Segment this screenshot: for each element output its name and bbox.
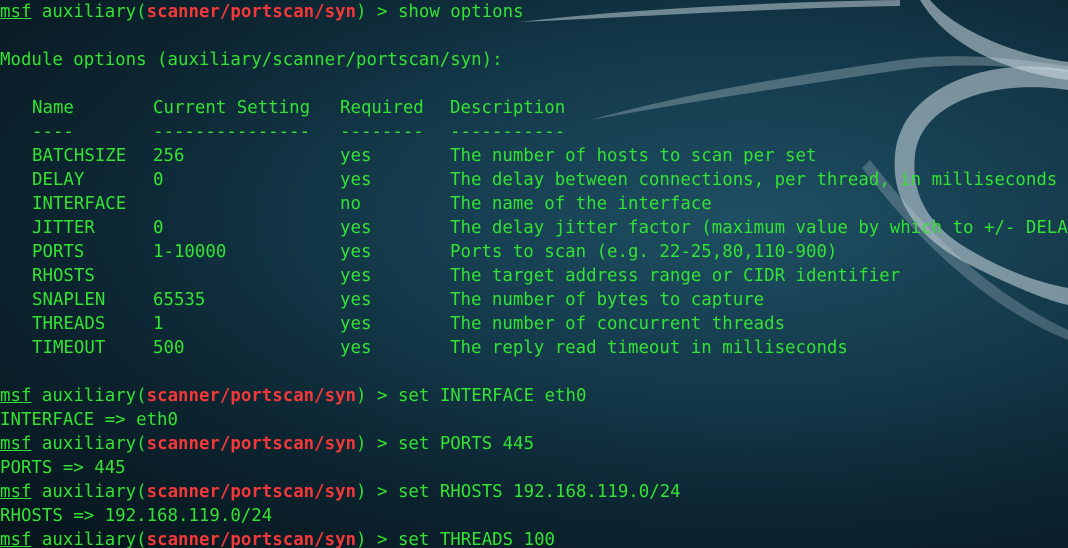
module-path: scanner/portscan/syn — [146, 482, 357, 502]
option-description: The target address range or CIDR identif… — [450, 266, 901, 286]
table-row: INTERFACE no The name of the interface — [0, 192, 1068, 216]
table-row: BATCHSIZE 256 yes The number of hosts to… — [0, 144, 1068, 168]
option-current-setting: 65535 — [153, 290, 206, 310]
option-description: The delay between connections, per threa… — [450, 170, 1058, 190]
command-text: set THREADS 100 — [397, 530, 556, 548]
option-description: The delay jitter factor (maximum value b… — [450, 218, 1068, 238]
option-required: yes — [340, 338, 372, 358]
option-name: BATCHSIZE — [32, 146, 127, 166]
prompt-suffix: > — [376, 434, 388, 454]
separator-description: ----------- — [450, 122, 566, 142]
option-current-setting: 256 — [153, 146, 185, 166]
output-line-rhosts: RHOSTS => 192.168.119.0/24 — [0, 506, 273, 526]
option-required: yes — [340, 314, 372, 334]
header-name: Name — [32, 98, 74, 118]
module-path: scanner/portscan/syn — [146, 2, 357, 22]
option-description: The number of bytes to capture — [450, 290, 765, 310]
prompt-line-set-threads[interactable]: msf auxiliary(scanner/portscan/syn) > se… — [0, 528, 555, 548]
table-row: SNAPLEN 65535 yes The number of bytes to… — [0, 288, 1068, 312]
table-row: JITTER 0 yes The delay jitter factor (ma… — [0, 216, 1068, 240]
option-description: The name of the interface — [450, 194, 712, 214]
separator-name: ---- — [32, 122, 74, 142]
prompt-suffix: > — [376, 482, 388, 502]
prompt-line-show-options: msf auxiliary(scanner/portscan/syn) > sh… — [0, 2, 524, 22]
option-required: yes — [340, 218, 372, 238]
output-line-ports: PORTS => 445 — [0, 458, 126, 478]
option-current-setting: 0 — [153, 218, 164, 238]
prompt-type: auxiliary — [41, 434, 137, 454]
prompt-suffix: > — [376, 2, 388, 22]
module-options-heading: Module options (auxiliary/scanner/portsc… — [0, 50, 503, 70]
prompt-type: auxiliary — [41, 2, 137, 22]
option-current-setting: 500 — [153, 338, 185, 358]
prompt-suffix: > — [376, 386, 388, 406]
table-row: RHOSTS yes The target address range or C… — [0, 264, 1068, 288]
module-path: scanner/portscan/syn — [146, 434, 357, 454]
separator-current-setting: --------------- — [153, 122, 311, 142]
module-path: scanner/portscan/syn — [146, 530, 357, 548]
option-name: PORTS — [32, 242, 85, 262]
option-current-setting: 0 — [153, 170, 164, 190]
option-required: yes — [340, 242, 372, 262]
prompt-type: auxiliary — [41, 530, 137, 548]
table-row: DELAY 0 yes The delay between connection… — [0, 168, 1068, 192]
option-name: RHOSTS — [32, 266, 95, 286]
msf-prompt: msf — [0, 530, 32, 548]
table-row: THREADS 1 yes The number of concurrent t… — [0, 312, 1068, 336]
table-row: PORTS 1-10000 yes Ports to scan (e.g. 22… — [0, 240, 1068, 264]
prompt-line-set-rhosts: msf auxiliary(scanner/portscan/syn) > se… — [0, 482, 681, 502]
options-table-header: Name Current Setting Required Descriptio… — [0, 96, 1068, 120]
option-required: yes — [340, 170, 372, 190]
option-name: TIMEOUT — [32, 338, 106, 358]
option-current-setting: 1 — [153, 314, 164, 334]
option-required: yes — [340, 266, 372, 286]
option-name: DELAY — [32, 170, 85, 190]
option-current-setting: 1-10000 — [153, 242, 227, 262]
option-required: no — [340, 194, 361, 214]
option-description: The number of concurrent threads — [450, 314, 786, 334]
option-required: yes — [340, 290, 372, 310]
command-text: set INTERFACE eth0 — [397, 386, 587, 406]
msf-prompt: msf — [0, 482, 32, 502]
output-line-interface: INTERFACE => eth0 — [0, 410, 178, 430]
terminal-window[interactable]: msf auxiliary(scanner/portscan/syn) > sh… — [0, 0, 1068, 548]
option-name: SNAPLEN — [32, 290, 106, 310]
separator-required: -------- — [340, 122, 424, 142]
option-required: yes — [340, 146, 372, 166]
prompt-line-set-ports: msf auxiliary(scanner/portscan/syn) > se… — [0, 434, 535, 454]
msf-prompt: msf — [0, 434, 32, 454]
option-description: Ports to scan (e.g. 22-25,80,110-900) — [450, 242, 838, 262]
option-name: INTERFACE — [32, 194, 127, 214]
options-table-separator: ---- --------------- -------- ----------… — [0, 120, 1068, 144]
command-text: set PORTS 445 — [397, 434, 535, 454]
prompt-type: auxiliary — [41, 482, 137, 502]
prompt-line-set-interface: msf auxiliary(scanner/portscan/syn) > se… — [0, 386, 587, 406]
msf-prompt: msf — [0, 386, 32, 406]
prompt-type: auxiliary — [41, 386, 137, 406]
header-required: Required — [340, 98, 424, 118]
option-description: The number of hosts to scan per set — [450, 146, 817, 166]
option-name: JITTER — [32, 218, 95, 238]
header-current-setting: Current Setting — [153, 98, 311, 118]
option-description: The reply read timeout in milliseconds — [450, 338, 848, 358]
header-description: Description — [450, 98, 566, 118]
msf-prompt: msf — [0, 2, 32, 22]
command-text: set RHOSTS 192.168.119.0/24 — [397, 482, 681, 502]
table-row: TIMEOUT 500 yes The reply read timeout i… — [0, 336, 1068, 360]
module-path: scanner/portscan/syn — [146, 386, 357, 406]
prompt-suffix: > — [376, 530, 388, 548]
option-name: THREADS — [32, 314, 106, 334]
command-text: show options — [397, 2, 524, 22]
